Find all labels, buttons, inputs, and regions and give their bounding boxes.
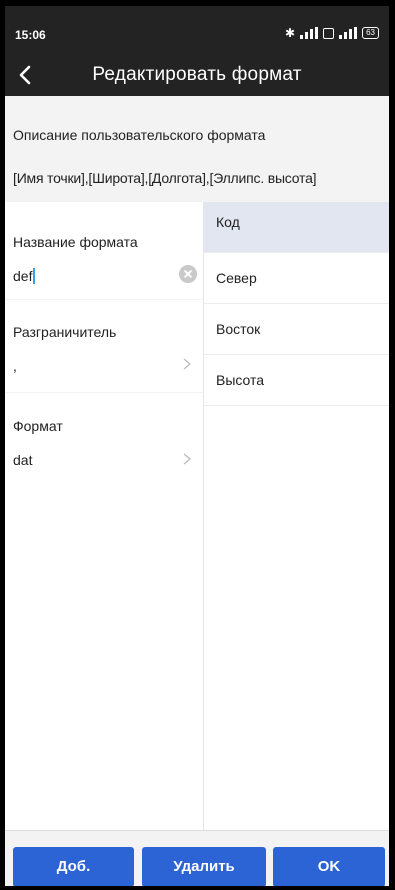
action-bar: Доб. Удалить OK (5, 830, 389, 886)
delimiter-row[interactable]: Разграничитель , (5, 300, 203, 392)
status-time: 15:06 (15, 28, 46, 42)
format-value: dat (13, 452, 33, 468)
format-name-label: Название формата (13, 234, 138, 250)
delete-button[interactable]: Удалить (142, 847, 266, 886)
bluetooth-icon: ✱ (285, 26, 296, 40)
delimiter-label: Разграничитель (13, 324, 117, 340)
list-item-east[interactable]: Восток (204, 304, 389, 355)
list-item-north[interactable]: Север (204, 253, 389, 304)
status-bar: 15:06 ✱ 63 (5, 6, 389, 50)
format-row[interactable]: Формат dat (5, 393, 203, 830)
format-name-group: Название формата def (5, 202, 203, 299)
chevron-right-icon (183, 453, 191, 465)
sim-icon (323, 27, 335, 39)
description-label: Описание пользовательского формата (13, 127, 266, 143)
description-value: [Имя точки],[Широта],[Долгота],[Эллипс. … (13, 170, 317, 186)
format-name-value: def (13, 268, 33, 284)
top-bar: 15:06 ✱ 63 Редактировать формат (5, 6, 389, 96)
add-button[interactable]: Доб. (13, 847, 134, 886)
list-item-height[interactable]: Высота (204, 355, 389, 406)
ok-button[interactable]: OK (273, 847, 385, 886)
status-icons: ✱ 63 (285, 26, 379, 40)
chevron-right-icon (183, 358, 191, 370)
text-cursor (33, 268, 35, 284)
signal-icon (300, 27, 319, 39)
columns-list: Код Север Восток Высота (203, 202, 389, 830)
format-name-input[interactable]: def (13, 268, 35, 284)
phone-screen: 15:06 ✱ 63 Редактировать формат Описание… (5, 6, 389, 886)
signal-icon-2 (339, 27, 358, 39)
delimiter-value: , (13, 358, 17, 374)
format-label: Формат (13, 418, 63, 434)
clear-icon[interactable] (179, 265, 197, 283)
list-item-code[interactable]: Код (204, 202, 389, 253)
settings-column: Название формата def Разграничитель , Фо… (5, 202, 203, 830)
page-title: Редактировать формат (92, 64, 302, 85)
battery-icon: 63 (362, 27, 379, 39)
format-description: Описание пользовательского формата [Имя … (5, 96, 389, 202)
